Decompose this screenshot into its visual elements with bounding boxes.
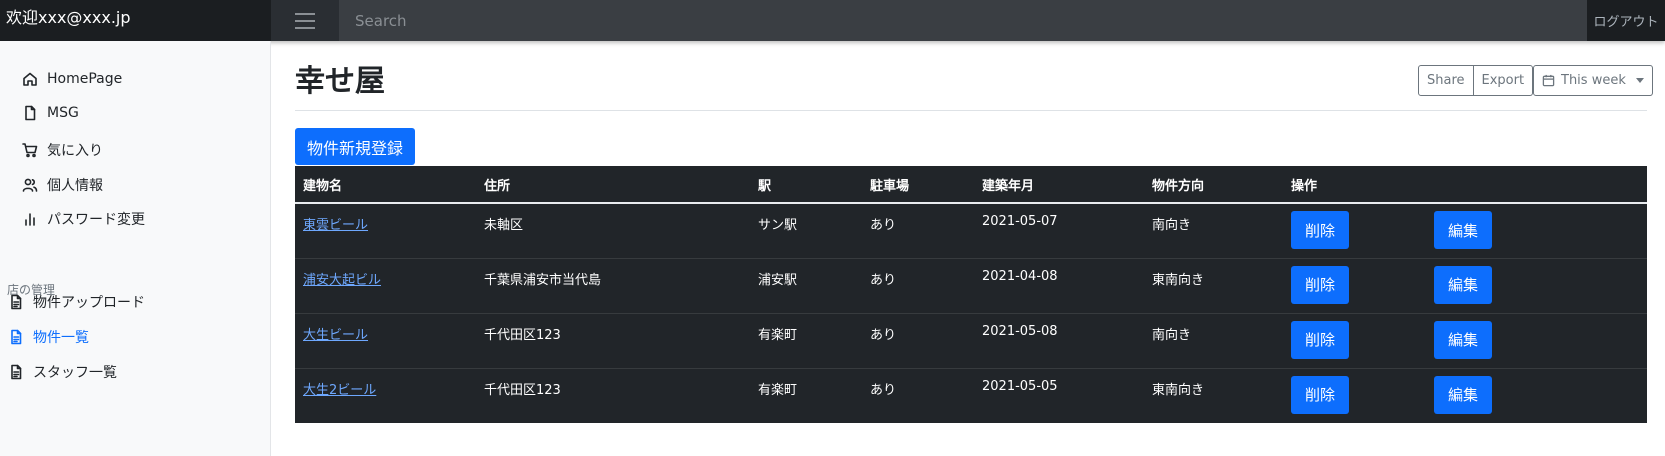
column-header: 住所 [476, 166, 750, 204]
sidebar-item-label: 物件アップロード [33, 295, 145, 311]
delete-button[interactable]: 削除 [1291, 265, 1349, 304]
column-header: 物件方向 [1144, 166, 1283, 204]
bar-chart-icon [25, 213, 35, 226]
brand-welcome[interactable]: 欢迎xxx@xxx.jp [0, 0, 271, 41]
delete-button[interactable]: 削除 [1291, 375, 1349, 414]
hamburger-icon [295, 12, 315, 29]
cart-icon [22, 143, 38, 158]
week-dropdown-button[interactable]: This week [1533, 65, 1653, 96]
week-label: This week [1561, 73, 1626, 88]
station-cell: サン駅 [750, 203, 862, 259]
users-icon [22, 178, 38, 192]
parking-cell: あり [862, 313, 974, 369]
calendar-icon [1542, 74, 1555, 87]
table-header-row: 建物名 住所 駅 駐車場 建築年月 物件方向 操作 [295, 166, 1647, 204]
menu-toggle-button[interactable] [271, 0, 339, 41]
address-cell: 千代田区123 [484, 382, 561, 398]
building-name-link[interactable]: 東雲ビール [303, 218, 368, 233]
edit-button[interactable]: 編集 [1434, 375, 1492, 414]
station-cell: 浦安駅 [750, 258, 862, 314]
edit-button[interactable]: 編集 [1434, 320, 1492, 359]
sidebar-item-label: 物件一覧 [33, 330, 89, 346]
direction-cell: 東南向き [1144, 258, 1283, 314]
sidebar-item-profile[interactable]: 個人情報 [22, 175, 103, 195]
station-cell: 有楽町 [750, 313, 862, 369]
building-name-link[interactable]: 大生ビール [303, 328, 368, 343]
add-property-button[interactable]: 物件新規登録 [295, 128, 416, 165]
file-icon [25, 105, 36, 121]
built-date-cell: 2021-05-05 [982, 378, 1058, 394]
building-name-link[interactable]: 大生2ビール [303, 383, 376, 398]
parking-cell: あり [862, 258, 974, 314]
sidebar-item-password[interactable]: パスワード変更 [22, 209, 145, 229]
column-header [1426, 166, 1647, 204]
table-row: 大生2ビール 千代田区123 有楽町 あり 2021-05-05 東南向き 削除… [295, 368, 1647, 423]
sidebar-item-label: HomePage [47, 71, 123, 87]
file-text-icon [11, 294, 22, 310]
toolbar-button-group: Share Export [1418, 65, 1534, 96]
sidebar-item-label: パスワード変更 [47, 212, 145, 228]
sidebar-item-favorites[interactable]: 気に入り [22, 140, 103, 160]
delete-button[interactable]: 削除 [1291, 320, 1349, 359]
share-button[interactable]: Share [1418, 65, 1474, 96]
page-title: 幸せ屋 [295, 64, 385, 99]
column-header: 駐車場 [862, 166, 974, 204]
table-row: 浦安大起ビル 千葉県浦安市当代島 浦安駅 あり 2021-04-08 東南向き … [295, 258, 1647, 314]
column-header: 操作 [1283, 166, 1426, 204]
chevron-down-icon [1635, 78, 1644, 83]
column-header: 駅 [750, 166, 862, 204]
sidebar-item-staff-list[interactable]: スタッフ一覧 [8, 362, 117, 382]
sidebar-item-label: 個人情報 [47, 178, 103, 194]
sidebar: HomePage MSG 気に入り 個人情報 パスワード変更 店の管理 物件アッ… [0, 41, 271, 456]
table-row: 東雲ビール 未軸区 サン駅 あり 2021-05-07 南向き 削除 編集 [295, 203, 1647, 259]
header-divider [295, 110, 1647, 111]
search-input[interactable] [339, 0, 1587, 41]
sidebar-item-property-upload[interactable]: 物件アップロード [8, 292, 145, 312]
sidebar-item-msg[interactable]: MSG [22, 105, 79, 121]
direction-cell: 南向き [1144, 313, 1283, 369]
built-date-cell: 2021-05-07 [974, 203, 1144, 259]
file-text-icon [11, 364, 22, 380]
column-header: 建築年月 [974, 166, 1144, 204]
home-icon [23, 72, 37, 86]
edit-button[interactable]: 編集 [1434, 211, 1492, 249]
direction-cell: 南向き [1144, 203, 1283, 259]
column-header: 建物名 [295, 166, 476, 204]
file-text-icon [11, 329, 22, 345]
table-row: 大生ビール 千代田区123 有楽町 あり 2021-05-08 南向き 削除 編… [295, 313, 1647, 369]
sidebar-item-label: MSG [47, 105, 79, 121]
built-date-cell: 2021-04-08 [974, 258, 1144, 314]
logout-link[interactable]: ログアウト [1587, 0, 1665, 41]
parking-cell: あり [870, 382, 897, 398]
top-navbar: 欢迎xxx@xxx.jp ログアウト [0, 0, 1665, 41]
sidebar-item-label: スタッフ一覧 [33, 365, 117, 381]
address-cell: 千葉県浦安市当代島 [476, 258, 750, 314]
property-table: 建物名 住所 駅 駐車場 建築年月 物件方向 操作 東雲ビール 未軸区 サン駅 … [295, 166, 1647, 423]
edit-button[interactable]: 編集 [1434, 265, 1492, 304]
address-cell: 千代田区123 [476, 313, 750, 369]
direction-cell: 東南向き [1152, 382, 1205, 398]
address-cell: 未軸区 [476, 203, 750, 259]
built-date-cell: 2021-05-08 [974, 313, 1144, 369]
sidebar-item-label: 気に入り [47, 143, 103, 159]
parking-cell: あり [862, 203, 974, 259]
sidebar-item-property-list[interactable]: 物件一覧 [8, 327, 89, 347]
station-cell: 有楽町 [758, 382, 798, 398]
building-name-link[interactable]: 浦安大起ビル [303, 273, 381, 288]
delete-button[interactable]: 削除 [1291, 211, 1349, 249]
export-button[interactable]: Export [1473, 65, 1534, 96]
sidebar-item-homepage[interactable]: HomePage [22, 71, 122, 87]
